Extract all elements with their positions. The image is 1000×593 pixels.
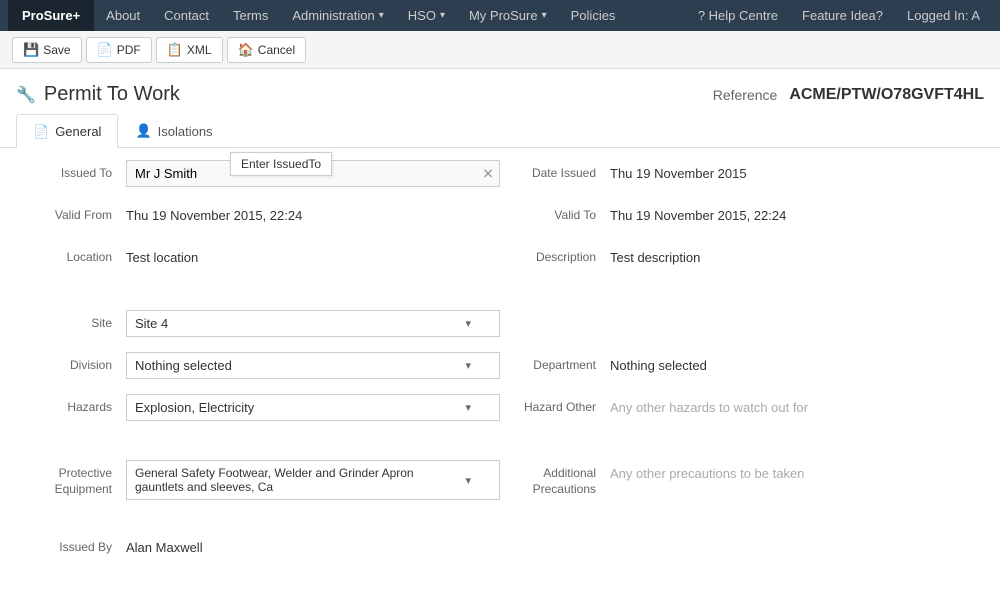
location-label: Location — [16, 244, 126, 264]
issued-to-label: Issued To — [16, 160, 126, 180]
date-issued-label: Date Issued — [500, 160, 610, 180]
col-hazard-other: Hazard Other Any other hazards to watch … — [500, 394, 984, 426]
col-department: Department Nothing selected — [500, 352, 984, 384]
col-valid-from: Valid From Thu 19 November 2015, 22:24 — [16, 202, 500, 234]
row-site: Site Site 4 ▾ — [16, 310, 984, 342]
issued-by-label: Issued By — [16, 534, 126, 554]
nav-hso[interactable]: HSO ▾ — [396, 0, 457, 31]
col-date-issued: Date Issued Thu 19 November 2015 — [500, 160, 984, 192]
xml-button[interactable]: 📋 XML — [156, 37, 223, 63]
cancel-button[interactable]: 🏠 Cancel — [227, 37, 307, 63]
department-label: Department — [500, 352, 610, 372]
department-value: Nothing selected — [610, 352, 984, 373]
hazards-select[interactable]: Explosion, Electricity ▾ — [126, 394, 500, 421]
reference-label: Reference — [713, 87, 778, 103]
pdf-icon: 📄 — [97, 42, 113, 58]
nav-myprosure[interactable]: My ProSure ▾ — [457, 0, 559, 31]
chevron-down-icon: ▾ — [465, 317, 471, 330]
hazards-label: Hazards — [16, 394, 126, 414]
col-issued-by: Issued By Alan Maxwell — [16, 534, 500, 566]
site-select-wrap: Site 4 ▾ — [126, 310, 500, 337]
division-select[interactable]: Nothing selected ▾ — [126, 352, 500, 379]
col-hazards: Hazards Explosion, Electricity ▾ — [16, 394, 500, 426]
page-title: Permit To Work — [44, 83, 180, 106]
issued-by-value: Alan Maxwell — [126, 534, 500, 555]
row-location: Location Test location Description Test … — [16, 244, 984, 276]
reference-area: Reference ACME/PTW/O78GVFT4HL — [713, 86, 984, 104]
toolbar: 💾 Save 📄 PDF 📋 XML 🏠 Cancel — [0, 31, 1000, 69]
valid-from-value: Thu 19 November 2015, 22:24 — [126, 202, 500, 223]
tab-isolations[interactable]: 👤 Isolations — [118, 114, 229, 147]
col-protective: Protective Equipment General Safety Foot… — [16, 460, 500, 500]
col-description: Description Test description — [500, 244, 984, 276]
save-button[interactable]: 💾 Save — [12, 37, 82, 63]
protective-label: Protective Equipment — [16, 460, 126, 497]
col-valid-to: Valid To Thu 19 November 2015, 22:24 — [500, 202, 984, 234]
help-centre-link[interactable]: ? Help Centre — [686, 8, 790, 23]
col-division: Division Nothing selected ▾ — [16, 352, 500, 384]
top-nav: ProSure+ About Contact Terms Administrat… — [0, 0, 1000, 31]
site-select[interactable]: Site 4 ▾ — [126, 310, 500, 337]
description-label: Description — [500, 244, 610, 264]
col-additional: Additional Precautions Any other precaut… — [500, 460, 984, 497]
issued-to-tooltip: Enter IssuedTo — [230, 152, 332, 176]
row-protective: Protective Equipment General Safety Foot… — [16, 460, 984, 500]
form-area: Issued To ✕ Date Issued Thu 19 November … — [0, 148, 1000, 588]
protective-select[interactable]: General Safety Footwear, Welder and Grin… — [126, 460, 500, 500]
nav-right: ? Help Centre Feature Idea? Logged In: A — [686, 8, 992, 23]
permit-icon: 🔧 — [16, 85, 36, 105]
pdf-button[interactable]: 📄 PDF — [86, 37, 152, 63]
col-site-right — [500, 310, 984, 342]
nav-contact[interactable]: Contact — [152, 0, 221, 31]
clear-issued-to-button[interactable]: ✕ — [482, 165, 494, 182]
protective-select-wrap: General Safety Footwear, Welder and Grin… — [126, 460, 500, 500]
site-label: Site — [16, 310, 126, 330]
valid-from-label: Valid From — [16, 202, 126, 222]
nav-policies[interactable]: Policies — [559, 0, 628, 31]
xml-icon: 📋 — [167, 42, 183, 58]
hazard-other-label: Hazard Other — [500, 394, 610, 414]
row-hazards: Hazards Explosion, Electricity ▾ Hazard … — [16, 394, 984, 426]
tab-general[interactable]: 📄 General — [16, 114, 118, 148]
feature-idea-link[interactable]: Feature Idea? — [790, 8, 895, 23]
row-issued-to: Issued To ✕ Date Issued Thu 19 November … — [16, 160, 984, 192]
page-title-area: 🔧 Permit To Work — [16, 83, 180, 106]
chevron-down-icon: ▾ — [542, 10, 547, 21]
col-site: Site Site 4 ▾ — [16, 310, 500, 342]
brand-logo[interactable]: ProSure+ — [8, 0, 94, 31]
row-division: Division Nothing selected ▾ Department N… — [16, 352, 984, 384]
chevron-down-icon: ▾ — [465, 359, 471, 372]
chevron-down-icon: ▾ — [379, 10, 384, 21]
location-value: Test location — [126, 244, 500, 265]
row-valid-from: Valid From Thu 19 November 2015, 22:24 V… — [16, 202, 984, 234]
chevron-down-icon: ▾ — [440, 10, 445, 21]
additional-placeholder[interactable]: Any other precautions to be taken — [610, 460, 804, 481]
nav-administration[interactable]: Administration ▾ — [280, 0, 395, 31]
division-select-wrap: Nothing selected ▾ — [126, 352, 500, 379]
page-header: 🔧 Permit To Work Reference ACME/PTW/O78G… — [0, 69, 1000, 114]
valid-to-value: Thu 19 November 2015, 22:24 — [610, 202, 984, 223]
division-label: Division — [16, 352, 126, 372]
col-issued-by-right — [500, 534, 984, 566]
col-location: Location Test location — [16, 244, 500, 276]
tabs: 📄 General 👤 Isolations Enter IssuedTo — [0, 114, 1000, 148]
reference-value: ACME/PTW/O78GVFT4HL — [789, 86, 984, 104]
file-icon: 📄 — [33, 124, 49, 140]
row-issued-by: Issued By Alan Maxwell — [16, 534, 984, 566]
logged-in-label: Logged In: A — [895, 8, 992, 23]
cancel-icon: 🏠 — [238, 42, 254, 58]
date-issued-value: Thu 19 November 2015 — [610, 160, 984, 181]
save-icon: 💾 — [23, 42, 39, 58]
nav-terms[interactable]: Terms — [221, 0, 280, 31]
nav-about[interactable]: About — [94, 0, 152, 31]
valid-to-label: Valid To — [500, 202, 610, 222]
user-icon: 👤 — [135, 123, 151, 139]
chevron-down-icon: ▾ — [465, 474, 471, 487]
hazards-select-wrap: Explosion, Electricity ▾ — [126, 394, 500, 421]
description-value: Test description — [610, 244, 984, 265]
chevron-down-icon: ▾ — [465, 401, 471, 414]
additional-label: Additional Precautions — [500, 460, 610, 497]
hazard-other-placeholder[interactable]: Any other hazards to watch out for — [610, 394, 808, 415]
